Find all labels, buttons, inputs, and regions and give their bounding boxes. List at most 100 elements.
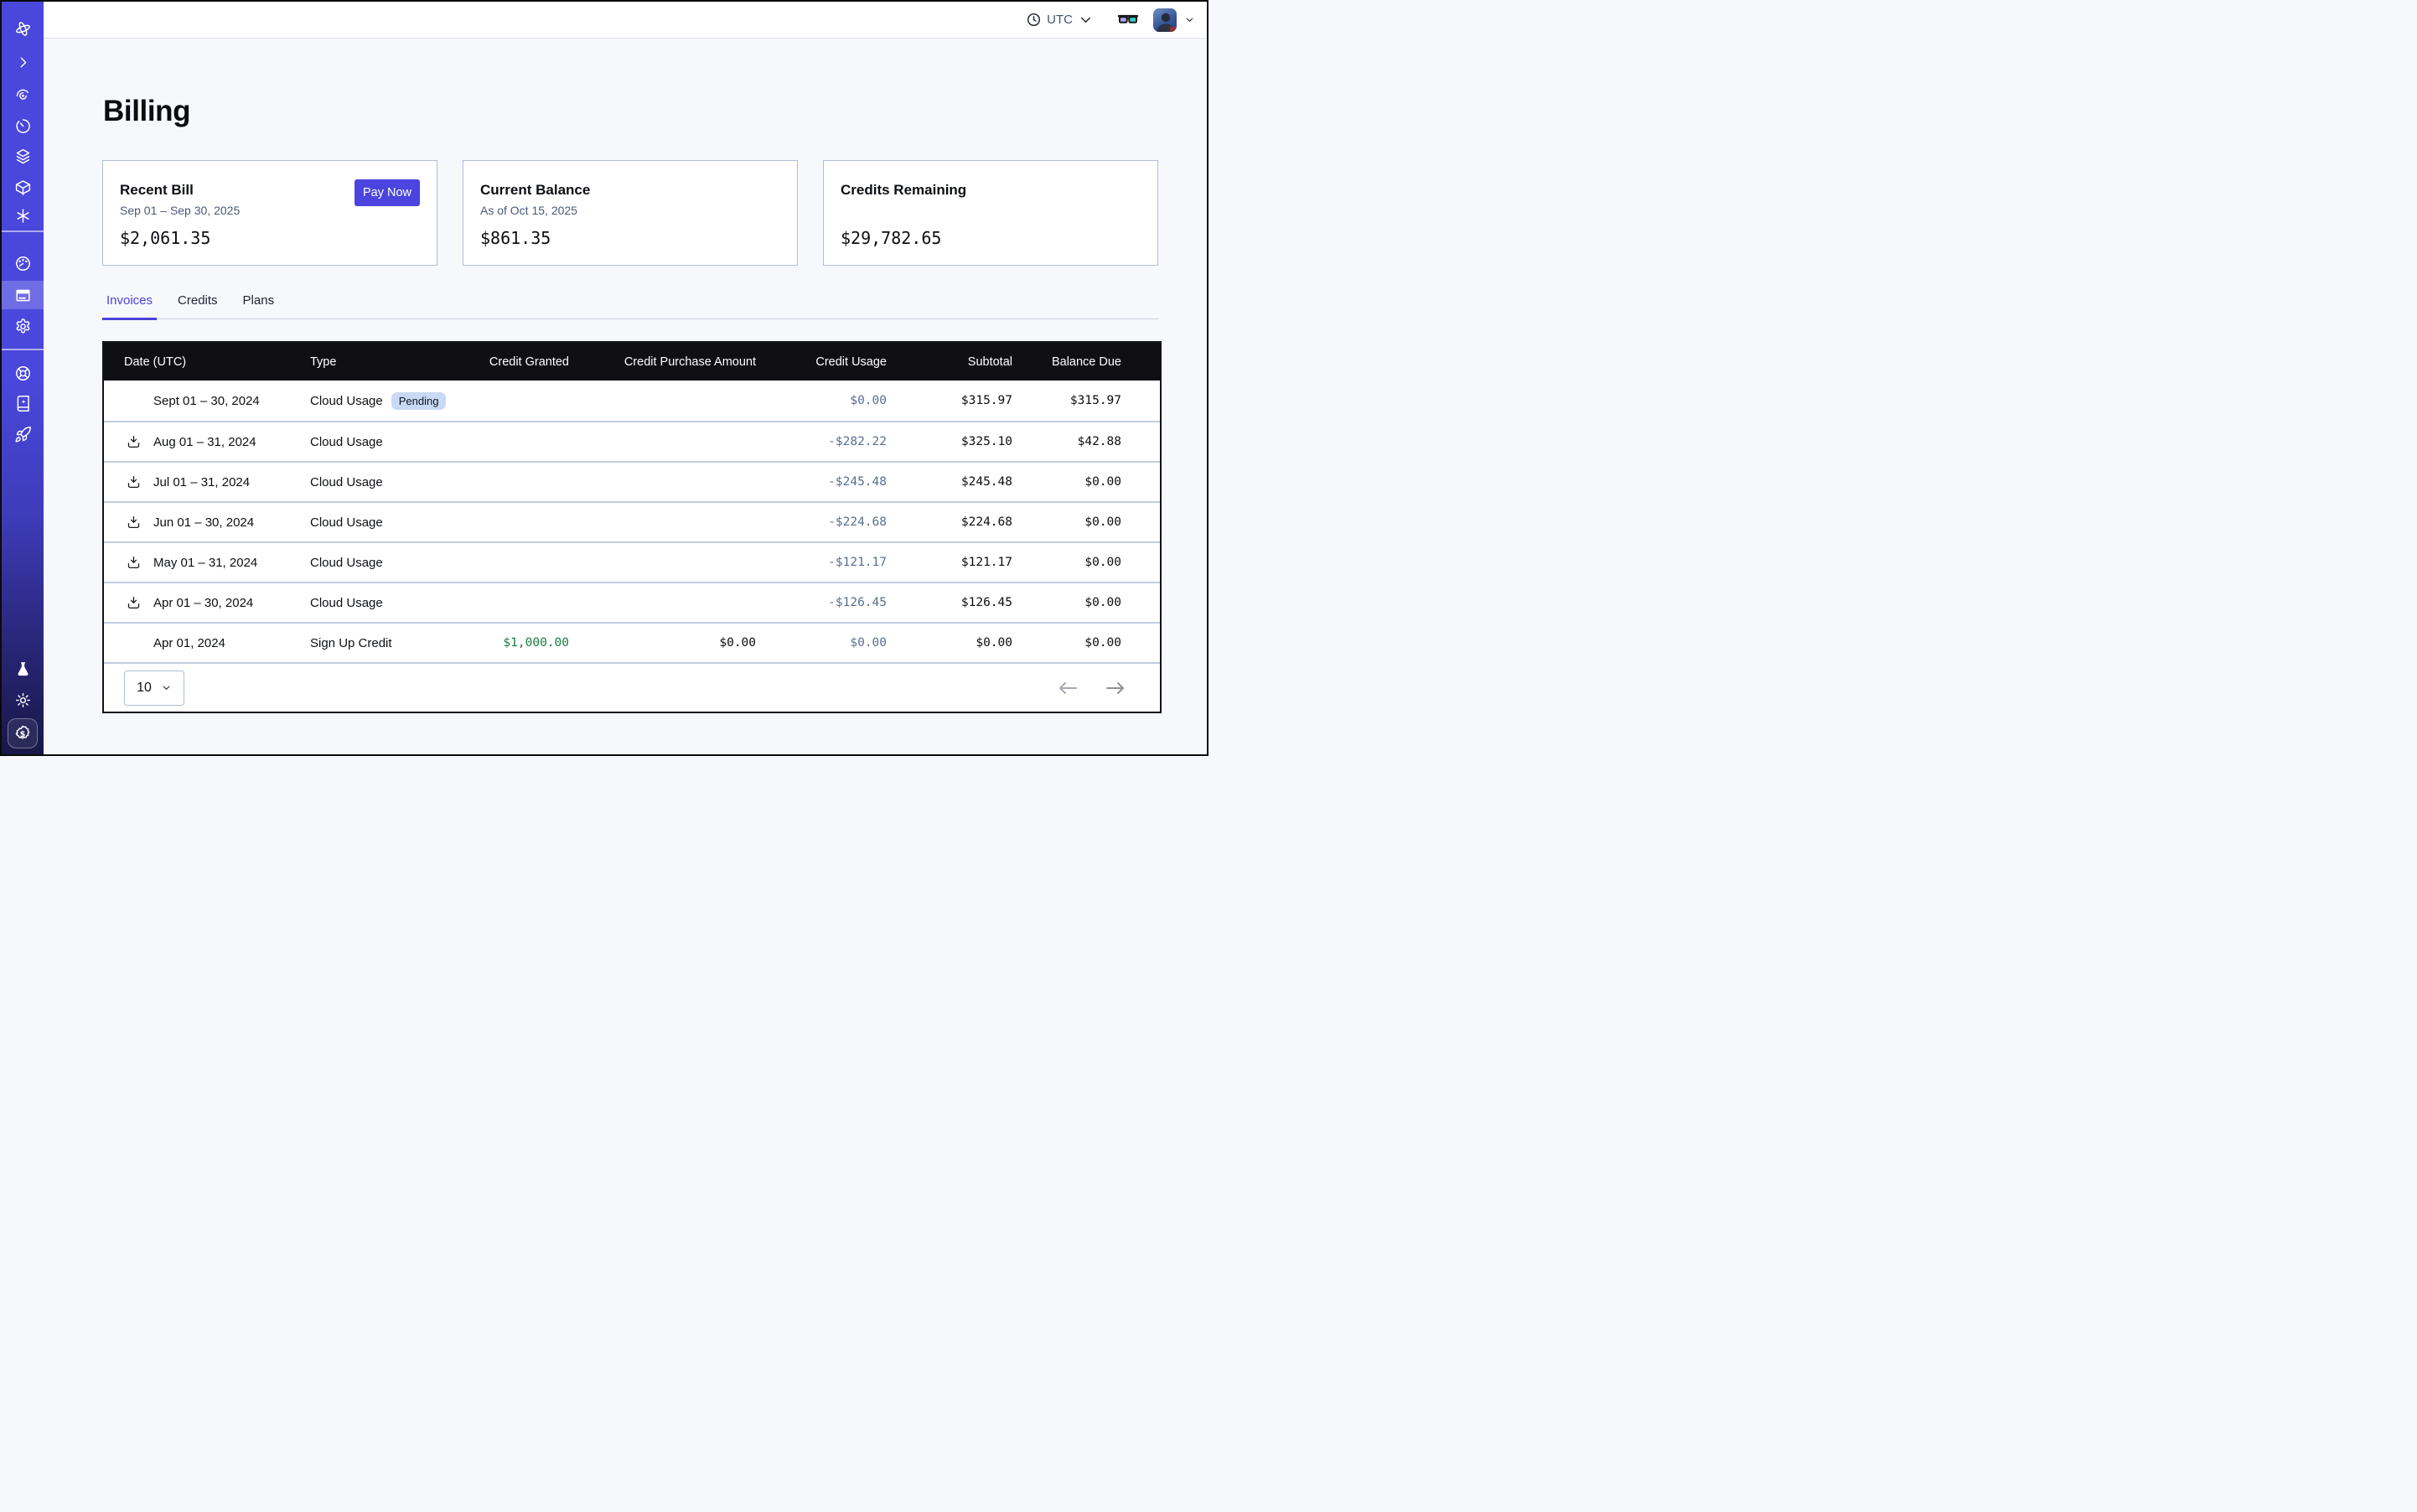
sidebar-item-flask-icon[interactable] — [2, 655, 44, 683]
download-invoice-button[interactable] — [127, 596, 141, 610]
column-header: Subtotal — [887, 355, 1012, 369]
cell-credit-usage: -$121.17 — [756, 556, 887, 569]
cell-subtotal: $126.45 — [887, 596, 1012, 609]
cell-type: Cloud Usage — [310, 596, 454, 610]
user-avatar[interactable] — [1153, 8, 1177, 32]
invoice-type: Cloud Usage — [310, 435, 383, 449]
card-title: Credits Remaining — [841, 182, 1141, 199]
tab-plans[interactable]: Plans — [239, 293, 279, 318]
billing-dollar-badge-button[interactable]: $ — [8, 718, 38, 748]
cell-credit-purchase-amount: $0.00 — [569, 636, 756, 650]
sidebar-item-observe-spiral-icon[interactable] — [2, 80, 44, 109]
cell-balance-due: $315.97 — [1012, 394, 1160, 407]
column-header: Balance Due — [1012, 355, 1160, 369]
next-page-arrow-icon[interactable] — [1105, 681, 1126, 695]
column-header: Date (UTC) — [104, 355, 310, 369]
timezone-label: UTC — [1047, 13, 1073, 27]
previous-page-arrow-icon[interactable] — [1058, 681, 1078, 695]
invoice-type: Cloud Usage — [310, 515, 383, 530]
cell-credit-usage: $0.00 — [756, 394, 887, 407]
cell-type: Cloud Usage — [310, 435, 454, 449]
tab-invoices[interactable]: Invoices — [102, 293, 157, 318]
cell-subtotal: $0.00 — [887, 636, 1012, 650]
pay-now-button[interactable]: Pay Now — [355, 179, 420, 206]
sidebar-item-gauge-icon[interactable] — [2, 249, 44, 277]
cell-balance-due: $0.00 — [1012, 515, 1160, 529]
sidebar-item-asterisk-icon[interactable] — [2, 201, 44, 230]
sidebar-divider — [2, 349, 44, 350]
cell-credit-usage: -$282.22 — [756, 435, 887, 448]
tab-credits[interactable]: Credits — [173, 293, 222, 318]
cell-subtotal: $325.10 — [887, 435, 1012, 448]
download-invoice-button[interactable] — [127, 515, 141, 530]
billing-tabs: Invoices Credits Plans — [102, 293, 1158, 319]
sidebar: $ — [2, 2, 44, 754]
invoice-type: Cloud Usage — [310, 596, 383, 610]
download-invoice-button[interactable] — [127, 475, 141, 489]
cell-date: Jun 01 – 30, 2024 — [104, 515, 310, 530]
credits-remaining-card: Credits Remaining $29,782.65 — [823, 160, 1158, 266]
sidebar-item-rocket-icon[interactable] — [2, 420, 44, 448]
sidebar-item-lifebuoy-icon[interactable] — [2, 359, 44, 387]
glasses-icon — [1117, 11, 1139, 29]
logo-orbit-icon — [2, 14, 44, 43]
timezone-selector[interactable]: UTC — [1026, 12, 1094, 28]
invoice-type: Cloud Usage — [310, 556, 383, 570]
main-content: Billing Recent Bill Sep 01 – Sep 30, 202… — [44, 39, 1207, 754]
download-icon — [127, 596, 141, 610]
card-subtitle — [841, 204, 1141, 219]
sidebar-item-billing-card-icon[interactable] — [2, 281, 44, 309]
sidebar-collapse-chevron-right-icon[interactable] — [2, 48, 44, 76]
cell-type: Cloud Usage — [310, 556, 454, 570]
sidebar-item-layers-icon[interactable] — [2, 142, 44, 170]
recent-bill-amount: $2,061.35 — [120, 228, 420, 248]
cell-type: Sign Up Credit — [310, 636, 454, 650]
account-menu-chevron-down-icon[interactable] — [1184, 14, 1195, 25]
cell-date: Jul 01 – 31, 2024 — [104, 475, 310, 489]
card-subtitle: As of Oct 15, 2025 — [480, 204, 780, 219]
credits-remaining-amount: $29,782.65 — [841, 228, 1141, 248]
cell-balance-due: $42.88 — [1012, 435, 1160, 448]
cell-credit-granted: $1,000.00 — [454, 636, 569, 650]
table-row: Apr 01 – 30, 2024Cloud Usage-$126.45$126… — [104, 582, 1160, 622]
invoice-type: Cloud Usage — [310, 475, 383, 489]
recent-bill-card: Recent Bill Sep 01 – Sep 30, 2025 $2,061… — [102, 160, 437, 266]
cell-date: Apr 01 – 30, 2024 — [104, 596, 310, 610]
download-invoice-button[interactable] — [127, 556, 141, 570]
sidebar-item-cube-icon[interactable] — [2, 173, 44, 201]
card-title: Current Balance — [480, 182, 780, 199]
table-row: Jun 01 – 30, 2024Cloud Usage-$224.68$224… — [104, 501, 1160, 541]
invoice-date: Jul 01 – 31, 2024 — [153, 475, 250, 489]
page-title: Billing — [103, 95, 1158, 128]
download-icon — [127, 435, 141, 449]
cell-balance-due: $0.00 — [1012, 556, 1160, 569]
download-invoice-button[interactable] — [127, 435, 141, 449]
invoice-type: Sign Up Credit — [310, 636, 392, 650]
sidebar-item-timer-icon[interactable] — [2, 111, 44, 140]
invoice-date: Jun 01 – 30, 2024 — [153, 515, 254, 530]
download-icon — [127, 556, 141, 570]
sidebar-item-book-sparkle-icon[interactable] — [2, 389, 44, 417]
download-icon — [127, 515, 141, 530]
clock-icon — [1026, 12, 1042, 28]
cell-type: Cloud Usage — [310, 475, 454, 489]
status-badge: Pending — [391, 392, 447, 410]
svg-text:$: $ — [20, 730, 26, 739]
table-row: Aug 01 – 31, 2024Cloud Usage-$282.22$325… — [104, 421, 1160, 461]
table-header-row: Date (UTC)TypeCredit GrantedCredit Purch… — [104, 343, 1160, 381]
page-size-value: 10 — [137, 681, 152, 696]
cell-date: May 01 – 31, 2024 — [104, 556, 310, 570]
cell-type: Cloud UsagePending — [310, 392, 454, 410]
cell-balance-due: $0.00 — [1012, 596, 1160, 609]
reader-glasses-button[interactable] — [1117, 11, 1139, 29]
sidebar-item-sun-icon[interactable] — [2, 686, 44, 714]
table-footer: 10 — [104, 662, 1160, 712]
page-size-select[interactable]: 10 — [124, 671, 184, 706]
table-row: Apr 01, 2024Sign Up Credit$1,000.00$0.00… — [104, 622, 1160, 662]
dollar-badge-icon: $ — [13, 724, 32, 743]
topbar: UTC — [44, 2, 1207, 39]
cell-subtotal: $315.97 — [887, 394, 1012, 407]
download-icon — [127, 475, 141, 489]
sidebar-item-gear-icon[interactable] — [2, 312, 44, 340]
sidebar-divider — [2, 230, 44, 232]
